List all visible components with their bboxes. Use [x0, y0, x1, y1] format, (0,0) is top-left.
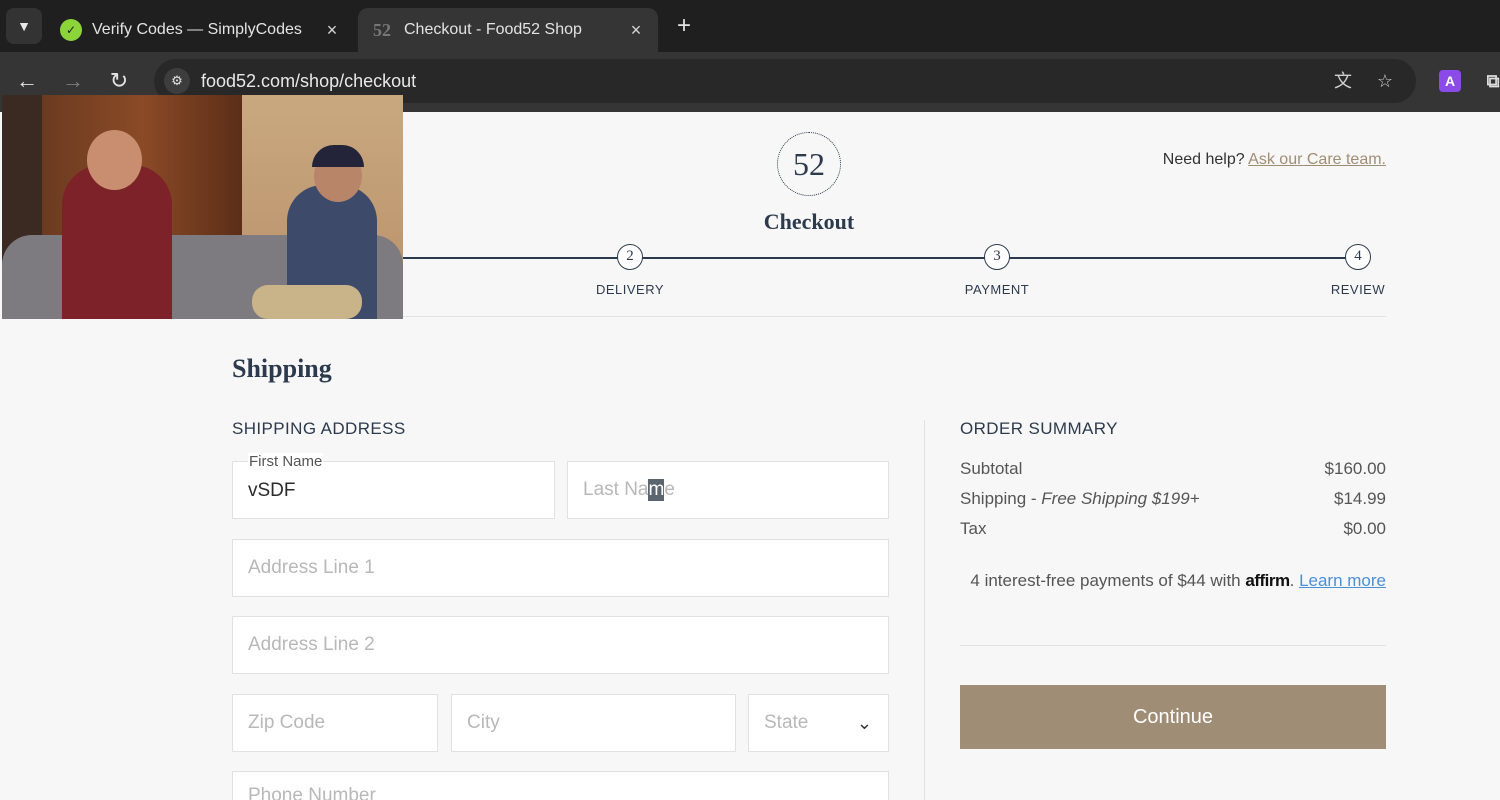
first-name-label: First Name [248, 453, 324, 470]
tax-row: Tax $0.00 [960, 519, 1386, 539]
step-delivery-circle[interactable]: 2 [617, 244, 643, 270]
shipping-note: Free Shipping $199+ [1041, 489, 1200, 508]
tab-strip: ▼ ✓ Verify Codes — SimplyCodes × 52 Chec… [0, 0, 1500, 52]
step-payment-circle[interactable]: 3 [984, 244, 1010, 270]
close-icon[interactable]: × [322, 20, 342, 41]
back-arrow-icon[interactable]: ← [12, 66, 42, 96]
city-placeholder: City [467, 712, 500, 733]
affirm-logo: affirm [1245, 571, 1290, 590]
last-name-placeholder: Last Na m e [583, 479, 675, 501]
step-payment-label[interactable]: PAYMENT [947, 282, 1047, 297]
shipping-row: Shipping - Free Shipping $199+ $14.99 [960, 489, 1386, 509]
first-name-value[interactable]: vSDF [248, 480, 296, 502]
summary-divider [960, 645, 1386, 646]
learn-more-link[interactable]: Learn more [1299, 571, 1386, 590]
phone-number-placeholder: Phone Number [248, 785, 376, 800]
translate-icon[interactable]: 文 [1330, 68, 1356, 94]
chevron-down-icon: ▼ [17, 18, 31, 34]
progress-line [403, 257, 1358, 259]
tax-value: $0.00 [1343, 519, 1386, 538]
shipping-heading: Shipping [232, 354, 332, 383]
column-divider [924, 420, 925, 800]
address-line-1-placeholder: Address Line 1 [248, 557, 375, 578]
help-text: Need help? Ask our Care team. [1163, 151, 1386, 169]
last-name-field[interactable]: Last Na m e [567, 461, 889, 519]
subtotal-row: Subtotal $160.00 [960, 459, 1386, 479]
new-tab-button[interactable]: + [670, 12, 698, 40]
tab-search-button[interactable]: ▼ [6, 8, 42, 44]
city-field[interactable]: City [451, 694, 736, 752]
step-delivery-label[interactable]: DELIVERY [580, 282, 680, 297]
subtotal-label: Subtotal [960, 459, 1023, 478]
shipping-value: $14.99 [1334, 489, 1386, 508]
care-team-link[interactable]: Ask our Care team. [1248, 151, 1386, 168]
continue-button[interactable]: Continue [960, 685, 1386, 749]
webcam-overlay [2, 95, 403, 319]
order-summary-heading: ORDER SUMMARY [960, 419, 1118, 438]
shipping-address-heading: SHIPPING ADDRESS [232, 419, 406, 438]
zip-code-placeholder: Zip Code [248, 712, 326, 733]
close-icon[interactable]: × [626, 20, 646, 41]
step-review-label[interactable]: REVIEW [1318, 282, 1398, 297]
address-line-2-placeholder: Address Line 2 [248, 634, 375, 655]
step-review-circle[interactable]: 4 [1345, 244, 1371, 270]
extension-icon[interactable]: A [1439, 70, 1461, 92]
tax-label: Tax [960, 519, 987, 538]
simplycodes-favicon-icon: ✓ [60, 19, 82, 41]
address-line-1-field[interactable]: Address Line 1 [232, 539, 889, 597]
legs-shape [252, 285, 362, 319]
shipping-label: Shipping - Free Shipping $199+ [960, 489, 1200, 508]
person-left-head-shape [87, 130, 142, 190]
state-select[interactable]: State ⌄ [748, 694, 889, 752]
bookmark-star-icon[interactable]: ☆ [1372, 68, 1398, 94]
tab-food52-checkout[interactable]: 52 Checkout - Food52 Shop × [358, 8, 658, 52]
forward-arrow-icon[interactable]: → [58, 66, 88, 96]
tab-title: Checkout - Food52 Shop [404, 21, 582, 38]
zip-code-field[interactable]: Zip Code [232, 694, 438, 752]
reload-icon[interactable]: ↻ [104, 66, 134, 96]
extensions-puzzle-icon[interactable]: ⧉ [1482, 70, 1500, 92]
url-text[interactable]: food52.com/shop/checkout [201, 71, 416, 92]
tab-simplycodes[interactable]: ✓ Verify Codes — SimplyCodes × [48, 8, 354, 52]
page-title: Checkout [763, 209, 855, 234]
address-line-2-field[interactable]: Address Line 2 [232, 616, 889, 674]
tab-title: Verify Codes — SimplyCodes [92, 21, 302, 38]
food52-logo[interactable]: 52 [777, 132, 841, 196]
subtotal-value: $160.00 [1324, 459, 1386, 478]
affirm-message: 4 interest-free payments of $44 with aff… [970, 571, 1386, 590]
food52-favicon-icon: 52 [373, 19, 391, 40]
help-prefix: Need help? [1162, 151, 1249, 168]
first-name-field[interactable]: First Name vSDF [232, 453, 555, 519]
site-info-icon[interactable]: ⚙ [164, 68, 190, 94]
state-placeholder: State [764, 712, 809, 733]
header-divider [403, 316, 1386, 317]
chevron-down-icon: ⌄ [856, 713, 872, 733]
phone-number-field[interactable]: Phone Number [232, 771, 889, 800]
